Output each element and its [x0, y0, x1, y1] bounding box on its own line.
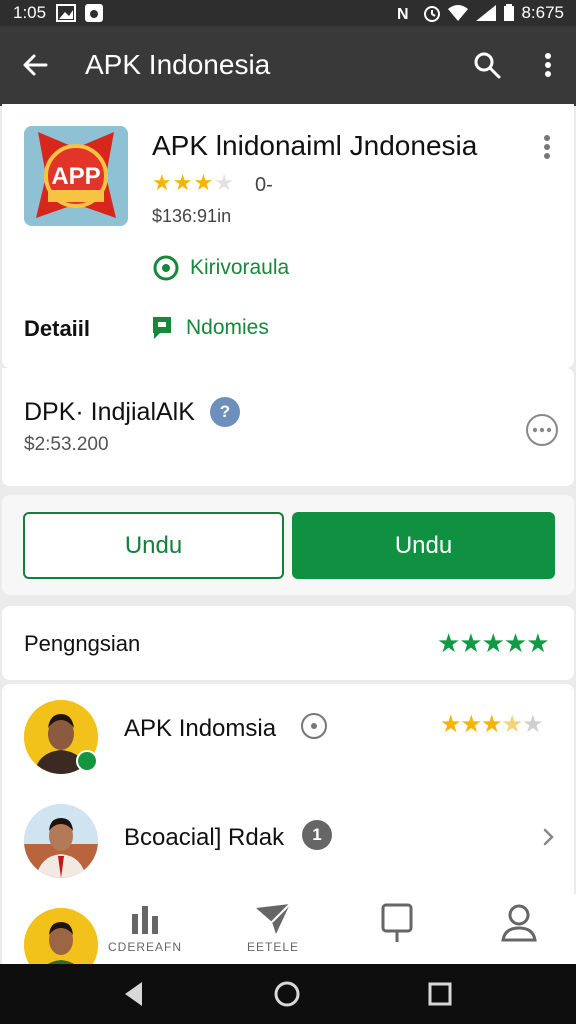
category-tag[interactable]: Kirivoraula	[152, 254, 289, 282]
signal-icon	[476, 5, 497, 21]
detail-label: Detaiil	[24, 316, 91, 341]
comments-label: Ndomies	[186, 316, 269, 339]
star-icon: ★	[172, 170, 194, 195]
category-label: Kirivoraula	[190, 256, 290, 279]
developer-price: $2:53.200	[24, 434, 109, 455]
info-circle-icon[interactable]	[300, 712, 328, 740]
app-header-card: APP APK lnidonaiml Jndonesia ★★★★ 0- $13…	[2, 104, 574, 368]
send-icon	[256, 903, 291, 934]
help-badge[interactable]: ?	[210, 397, 240, 427]
nav-item-account[interactable]	[464, 902, 574, 946]
bottom-navigation: CDEREAFN EETELE	[108, 894, 576, 964]
reviews-section-header[interactable]: Pengngsian ★★★★★	[2, 606, 574, 680]
chart-icon	[132, 906, 158, 934]
online-indicator	[76, 750, 98, 772]
app-logo-graphic: APP	[24, 126, 128, 226]
star-icon: ★	[501, 711, 523, 738]
nav-item-charts[interactable]: CDEREAFN	[90, 902, 200, 954]
gallery-icon	[56, 4, 76, 22]
item-star-rating: ★★★★★	[440, 710, 544, 739]
app-rating-stars: ★★★★	[152, 170, 235, 196]
rating-count: 0-	[255, 174, 273, 196]
back-triangle-icon[interactable]	[122, 980, 146, 1008]
star-icon: ★	[440, 711, 461, 738]
count-badge: 1	[302, 820, 332, 850]
notification-icon	[85, 4, 103, 22]
svg-text:N: N	[397, 6, 409, 22]
star-icon: ★	[522, 711, 543, 738]
star-icon: ★	[193, 170, 215, 195]
status-bar: 1:05 N 8:675	[0, 0, 576, 26]
recents-square-icon[interactable]	[428, 980, 452, 1008]
comments-tag[interactable]: Ndomies	[150, 314, 269, 342]
message-icon	[381, 903, 413, 942]
more-horiz-icon[interactable]	[525, 413, 559, 447]
nav-label: EETELE	[246, 940, 300, 954]
star-icon: ★	[481, 711, 502, 738]
avatar[interactable]	[24, 804, 98, 878]
download-button[interactable]: Undu	[292, 512, 555, 579]
section-title: Pengngsian	[24, 631, 141, 656]
developer-name: DPK· IndjialAlK	[24, 398, 195, 426]
star-icon: ★	[214, 170, 235, 195]
status-time: 1:05	[13, 3, 47, 22]
comment-icon	[153, 317, 171, 339]
app-logo-text: APP	[51, 163, 100, 190]
nav-label: CDEREAFN	[107, 940, 182, 954]
status-clock: 8:675	[521, 3, 564, 22]
list-item-title[interactable]: Bcoacial] Rdak	[124, 824, 284, 852]
target-icon	[153, 255, 179, 281]
battery-icon	[504, 4, 515, 21]
action-buttons: Undu Undu	[2, 495, 574, 595]
more-vert-icon[interactable]	[538, 50, 558, 80]
more-vert-icon[interactable]	[537, 132, 557, 162]
app-bar: APK Indonesia	[0, 26, 576, 106]
system-navigation-bar	[0, 964, 576, 1024]
developer-card[interactable]: DPK· IndjialAlK ? $2:53.200	[2, 368, 574, 486]
home-circle-icon[interactable]	[273, 980, 301, 1008]
app-logo[interactable]: APP	[24, 126, 128, 226]
star-icon: ★	[460, 711, 482, 738]
search-icon[interactable]	[472, 50, 502, 80]
back-arrow-icon[interactable]	[20, 50, 50, 80]
download-outline-button[interactable]: Undu	[23, 512, 284, 579]
app-bar-title: APK Indonesia	[85, 49, 271, 80]
app-name: APK lnidonaiml Jndonesia	[152, 130, 478, 161]
account-icon	[501, 904, 537, 942]
nav-item-send[interactable]: EETELE	[218, 902, 328, 954]
nav-item-messages[interactable]	[342, 902, 452, 946]
status-icons: N 8:675	[397, 3, 564, 23]
alarm-icon	[424, 6, 441, 22]
list-item-title[interactable]: APK Indomsia	[124, 715, 276, 743]
chevron-right-icon[interactable]	[540, 825, 558, 849]
person-avatar-graphic	[24, 804, 98, 878]
star-icon: ★	[152, 170, 173, 195]
nfc-icon: N	[397, 6, 409, 22]
section-star-rating: ★★★★★	[437, 628, 550, 658]
wifi-icon	[448, 5, 469, 21]
app-price: $136:91in	[152, 206, 232, 226]
